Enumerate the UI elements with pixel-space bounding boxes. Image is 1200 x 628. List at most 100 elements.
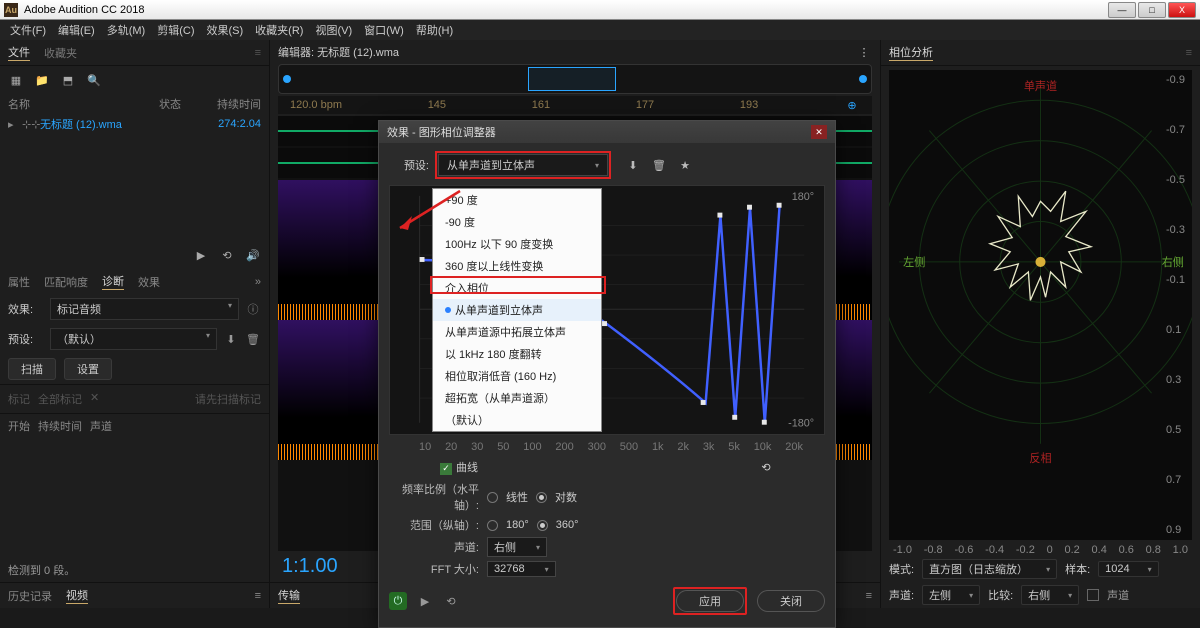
time-ruler[interactable]: 120.0 bpm 145 161 177 193 ⊕ — [278, 96, 872, 114]
open-file-icon[interactable]: 📁 — [34, 72, 50, 88]
play-icon[interactable]: ▶ — [193, 247, 209, 263]
delete-preset-icon[interactable]: 🗑 — [651, 157, 667, 173]
preset-opt-selected[interactable]: 从单声道到立体声 — [433, 299, 601, 321]
preset-select[interactable]: （默认）▾ — [50, 328, 217, 350]
channel-select[interactable]: 左侧▾ — [922, 585, 980, 605]
menu-help[interactable]: 帮助(H) — [412, 20, 457, 40]
sample-select[interactable]: 1024▾ — [1098, 561, 1159, 577]
menu-edit[interactable]: 编辑(E) — [54, 20, 99, 40]
compare-checkbox[interactable] — [1087, 589, 1099, 601]
record-icon[interactable]: ⬒ — [60, 72, 76, 88]
file-row[interactable]: ▸ ⊹⊹ 无标题 (12).wma 274:2.04 — [0, 114, 269, 134]
fft-size-select[interactable]: 32768▾ — [487, 561, 556, 577]
preset-opt[interactable]: 360 度以上线性变换 — [433, 255, 601, 277]
panel-menu-icon[interactable]: ≡ — [1186, 47, 1192, 59]
preset-opt[interactable]: （默认） — [433, 409, 601, 431]
marker-clear-icon[interactable]: ✕ — [90, 391, 99, 407]
new-file-icon[interactable]: ▦ — [8, 72, 24, 88]
apply-button[interactable]: 应用 — [676, 590, 744, 612]
radio-360[interactable] — [537, 520, 548, 531]
editor-title: 编辑器: 无标题 (12).wma — [278, 44, 399, 60]
mode-select[interactable]: 直方图（日志缩放）▾ — [922, 559, 1057, 579]
dlg-preset-label: 预设: — [389, 157, 429, 173]
tab-match-loudness[interactable]: 匹配响度 — [44, 274, 88, 290]
overview-strip[interactable] — [278, 64, 872, 94]
menu-effects[interactable]: 效果(S) — [203, 20, 248, 40]
dialog-title: 效果 - 图形相位调整器 — [387, 124, 496, 140]
radio-180[interactable] — [487, 520, 498, 531]
close-button[interactable]: X — [1168, 2, 1196, 18]
fft-size-label: FFT 大小: — [389, 561, 479, 577]
favorite-icon[interactable]: ★ — [677, 157, 693, 173]
preset-opt[interactable]: 从单声道源中拓展立体声 — [433, 321, 601, 343]
power-toggle[interactable]: ⏻ — [389, 592, 407, 610]
volume-icon[interactable]: 🔊 — [245, 247, 261, 263]
dlg-close-button[interactable]: 关闭 — [757, 590, 825, 612]
menu-favorites[interactable]: 收藏夹(R) — [251, 20, 307, 40]
menu-file[interactable]: 文件(F) — [6, 20, 50, 40]
menu-view[interactable]: 视图(V) — [311, 20, 356, 40]
compare-select[interactable]: 右侧▾ — [1021, 585, 1079, 605]
app-title: Adobe Audition CC 2018 — [24, 4, 1106, 16]
save-preset-icon[interactable]: ⬇ — [625, 157, 641, 173]
panel-menu-icon[interactable]: ≡ — [255, 590, 261, 602]
reset-curve-icon[interactable]: ⟲ — [758, 459, 774, 475]
dialog-close-icon[interactable]: ✕ — [811, 125, 827, 139]
tab-favorites[interactable]: 收藏夹 — [44, 45, 77, 61]
zoom-tool-icon[interactable]: ⊕ — [844, 97, 860, 113]
tab-files[interactable]: 文件 — [8, 44, 30, 61]
delete-preset-icon[interactable]: 🗑 — [245, 331, 261, 347]
radio-linear[interactable] — [487, 492, 498, 503]
menu-window[interactable]: 窗口(W) — [360, 20, 408, 40]
menu-multitrack[interactable]: 多轨(M) — [103, 20, 150, 40]
svg-text:反相: 反相 — [1029, 452, 1051, 465]
preview-loop-icon[interactable]: ⟲ — [443, 593, 459, 609]
loop-icon[interactable]: ⟲ — [219, 247, 235, 263]
menu-clip[interactable]: 剪辑(C) — [153, 20, 198, 40]
tab-phase-analysis[interactable]: 相位分析 — [889, 44, 933, 61]
radio-log[interactable] — [536, 492, 547, 503]
preset-opt[interactable]: 相位取消低音 (160 Hz) — [433, 365, 601, 387]
marker-tab-b[interactable]: 全部标记 — [38, 391, 82, 407]
bpm-readout: 120.0 bpm — [290, 99, 342, 111]
expand-arrow-icon[interactable]: ▸ — [8, 118, 18, 131]
dlg-preset-select[interactable]: 从单声道到立体声▾ — [438, 154, 608, 176]
scan-button[interactable]: 扫描 — [8, 358, 56, 380]
timecode-display[interactable]: 1:1.00 — [282, 555, 338, 578]
tab-history[interactable]: 历史记录 — [8, 588, 52, 604]
marker-hint: 请先扫描标记 — [195, 391, 261, 407]
preview-play-icon[interactable]: ▶ — [417, 593, 433, 609]
preset-opt[interactable]: 100Hz 以下 90 度变换 — [433, 233, 601, 255]
search-icon[interactable]: 🔍 — [86, 72, 102, 88]
preset-opt[interactable]: 以 1kHz 180 度翻转 — [433, 343, 601, 365]
save-preset-icon[interactable]: ⬇ — [223, 331, 239, 347]
highlight-box — [430, 276, 606, 294]
tab-diagnostics[interactable]: 诊断 — [102, 273, 124, 290]
effect-select[interactable]: 标记音频▾ — [50, 298, 239, 320]
marker-tab-a[interactable]: 标记 — [8, 391, 30, 407]
phase-scope[interactable]: 单声道 反相 左侧 右侧 -0.9-0.7-0.5-0.3-0.10.10.30… — [889, 70, 1192, 540]
info-icon[interactable]: ⓘ — [245, 301, 261, 317]
editor-menu-icon[interactable]: ⋮ — [856, 44, 872, 60]
annotation-arrow — [390, 186, 470, 236]
compare-label: 比较: — [988, 587, 1013, 603]
tab-effects[interactable]: 效果 — [138, 274, 160, 290]
channel-label: 声道: — [889, 587, 914, 603]
maximize-button[interactable]: □ — [1138, 2, 1166, 18]
svg-text:180°: 180° — [792, 191, 814, 203]
tab-video[interactable]: 视频 — [66, 587, 88, 604]
settings-button[interactable]: 设置 — [64, 358, 112, 380]
tab-transport[interactable]: 传输 — [278, 587, 300, 604]
phase-curve-chart[interactable]: 180° -180° +90 度 -90 度 100Hz 以下 90 度变换 3… — [389, 185, 825, 435]
tab-attr[interactable]: 属性 — [8, 274, 30, 290]
col-status: 状态 — [159, 96, 199, 112]
curve-checkbox[interactable]: ✓ — [440, 463, 452, 475]
preset-opt[interactable]: 超拓宽（从单声道源） — [433, 387, 601, 409]
minimize-button[interactable]: — — [1108, 2, 1136, 18]
panel-menu-icon[interactable]: ≡ — [866, 590, 872, 602]
sample-label: 样本: — [1065, 561, 1090, 577]
col-start: 开始 — [8, 418, 30, 434]
panel-menu-icon[interactable]: ≡ — [255, 47, 261, 59]
panel-menu-icon[interactable]: » — [255, 276, 261, 288]
dlg-channel-select[interactable]: 右侧▾ — [487, 537, 547, 557]
